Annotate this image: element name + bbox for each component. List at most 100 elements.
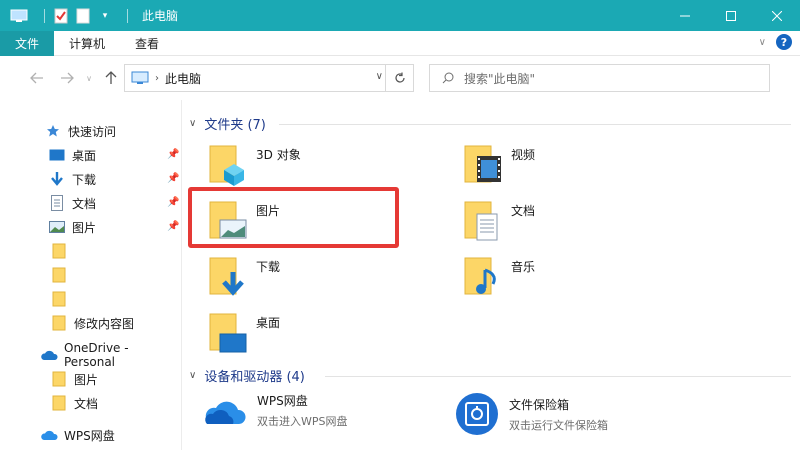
drive-file-safe[interactable]: 文件保险箱 双击运行文件保险箱 bbox=[455, 392, 608, 436]
sidebar-item-folder[interactable] bbox=[50, 264, 74, 286]
search-icon bbox=[442, 72, 454, 84]
picture-icon bbox=[48, 219, 66, 235]
toolbar-divider bbox=[44, 8, 45, 23]
up-arrow-icon bbox=[105, 71, 117, 84]
onedrive-cloud-icon bbox=[40, 347, 58, 363]
address-dropdown-chevron-icon[interactable]: ∨ bbox=[376, 71, 383, 82]
wps-cloud-icon bbox=[40, 427, 58, 443]
search-box[interactable]: 搜索"此电脑" bbox=[429, 64, 770, 92]
file-safe-icon bbox=[456, 393, 498, 435]
star-icon bbox=[44, 123, 62, 139]
sidebar-label: WPS网盘 bbox=[64, 428, 115, 443]
sidebar-item-quick-access[interactable]: 快速访问 bbox=[44, 120, 116, 142]
folder-downloads[interactable]: 下载 bbox=[208, 254, 280, 298]
sidebar-item-onedrive[interactable]: OneDrive - Personal bbox=[40, 341, 181, 369]
drive-name: WPS网盘 bbox=[257, 394, 308, 408]
pin-icon[interactable]: 📌 bbox=[167, 173, 179, 184]
sidebar-item-documents[interactable]: 文档 bbox=[48, 192, 96, 214]
folder-icon bbox=[50, 291, 68, 307]
document-icon bbox=[48, 195, 66, 211]
wps-cloud-icon bbox=[205, 401, 246, 424]
folder-3d-objects[interactable]: 3D 对象 bbox=[208, 142, 301, 186]
folder-label: 下载 bbox=[256, 260, 281, 274]
highlight-box bbox=[188, 187, 399, 248]
sidebar-item-folder[interactable] bbox=[50, 288, 74, 310]
window-controls bbox=[662, 0, 800, 31]
folder-videos[interactable]: 视频 bbox=[463, 142, 535, 186]
folder-desktop[interactable]: 桌面 bbox=[208, 310, 280, 354]
recent-locations-chevron-icon[interactable]: ∨ bbox=[78, 67, 100, 89]
pin-icon[interactable]: 📌 bbox=[167, 197, 179, 208]
breadcrumb-this-pc[interactable]: 此电脑 bbox=[165, 70, 201, 87]
navigation-pane: 快速访问 桌面 📌 下载 📌 文档 📌 图片 📌 修改内容图 OneDrive … bbox=[0, 100, 182, 450]
collapse-chevron-icon: ∨ bbox=[189, 370, 197, 381]
documents-folder-icon bbox=[464, 201, 498, 241]
sidebar-item-wps[interactable]: WPS网盘 bbox=[40, 424, 115, 446]
forward-arrow-icon bbox=[61, 72, 74, 84]
drive-subtitle: 双击进入WPS网盘 bbox=[257, 415, 348, 428]
help-button[interactable]: ? bbox=[776, 34, 792, 50]
folder-documents[interactable]: 文档 bbox=[463, 198, 535, 242]
sidebar-item-folder[interactable] bbox=[50, 240, 74, 262]
sidebar-label: 图片 bbox=[74, 372, 99, 387]
videos-folder-icon bbox=[464, 145, 501, 183]
folder-icon bbox=[50, 315, 68, 331]
folder-icon bbox=[50, 243, 68, 259]
sidebar-label: 桌面 bbox=[72, 148, 97, 163]
back-button[interactable] bbox=[26, 67, 48, 89]
downloads-folder-icon bbox=[209, 257, 244, 296]
desktop-icon bbox=[48, 147, 66, 163]
folder-icon bbox=[50, 395, 68, 411]
sidebar-item-pictures[interactable]: 图片 bbox=[48, 216, 96, 238]
folder-music[interactable]: 音乐 bbox=[463, 254, 535, 298]
address-bar[interactable]: › 此电脑 ∨ bbox=[124, 64, 414, 92]
section-divider bbox=[279, 124, 791, 125]
maximize-icon bbox=[726, 10, 736, 21]
title-bar: ▾ 此电脑 bbox=[0, 0, 800, 31]
sidebar-item-downloads[interactable]: 下载 bbox=[48, 168, 96, 190]
toolbar-divider bbox=[127, 8, 128, 23]
pin-icon[interactable]: 📌 bbox=[167, 221, 179, 232]
sidebar-item-modified-content[interactable]: 修改内容图 bbox=[50, 312, 134, 334]
close-icon bbox=[772, 10, 782, 21]
new-folder-icon[interactable] bbox=[75, 8, 91, 24]
tab-view[interactable]: 查看 bbox=[120, 31, 174, 56]
this-pc-icon bbox=[10, 9, 28, 22]
sidebar-label: 下载 bbox=[72, 172, 97, 187]
sidebar-item-onedrive-pictures[interactable]: 图片 bbox=[50, 368, 98, 390]
up-button[interactable] bbox=[100, 67, 122, 89]
folder-label: 音乐 bbox=[511, 260, 536, 274]
forward-button[interactable] bbox=[56, 67, 78, 89]
tab-computer[interactable]: 计算机 bbox=[54, 31, 120, 56]
maximize-button[interactable] bbox=[708, 0, 754, 31]
sidebar-label: 快速访问 bbox=[68, 124, 117, 139]
sidebar-label: 修改内容图 bbox=[74, 316, 135, 331]
folder-label: 3D 对象 bbox=[256, 148, 301, 162]
drive-wps[interactable]: WPS网盘 双击进入WPS网盘 bbox=[203, 392, 348, 429]
this-pc-icon bbox=[131, 71, 149, 84]
drive-name: 文件保险箱 bbox=[509, 397, 570, 412]
pin-icon[interactable]: 📌 bbox=[167, 149, 179, 160]
quick-access-toolbar: ▾ bbox=[36, 8, 136, 24]
customize-toolbar-chevron-icon[interactable]: ▾ bbox=[97, 8, 113, 24]
music-folder-icon bbox=[464, 257, 496, 295]
download-arrow-icon bbox=[48, 171, 66, 187]
expand-ribbon-chevron-icon[interactable]: ∨ bbox=[759, 37, 766, 48]
sidebar-item-desktop[interactable]: 桌面 bbox=[48, 144, 96, 166]
minimize-button[interactable] bbox=[662, 0, 708, 31]
minimize-icon bbox=[680, 15, 690, 16]
address-row: ∨ › 此电脑 ∨ 搜索"此电脑" bbox=[0, 56, 800, 100]
3d-objects-folder-icon bbox=[209, 145, 244, 186]
folder-label: 文档 bbox=[511, 204, 536, 218]
properties-icon[interactable] bbox=[53, 8, 69, 24]
refresh-icon bbox=[394, 72, 405, 83]
sidebar-item-onedrive-documents[interactable]: 文档 bbox=[50, 392, 98, 414]
devices-section-header[interactable]: ∨ 设备和驱动器 (4) bbox=[189, 366, 305, 385]
back-arrow-icon bbox=[30, 72, 43, 84]
close-button[interactable] bbox=[754, 0, 800, 31]
sidebar-label: 文档 bbox=[72, 196, 97, 211]
tab-file[interactable]: 文件 bbox=[0, 30, 55, 56]
refresh-button[interactable] bbox=[385, 65, 413, 91]
folders-section-header[interactable]: ∨ 文件夹 (7) bbox=[189, 114, 266, 133]
drive-text: WPS网盘 双击进入WPS网盘 bbox=[257, 392, 348, 429]
